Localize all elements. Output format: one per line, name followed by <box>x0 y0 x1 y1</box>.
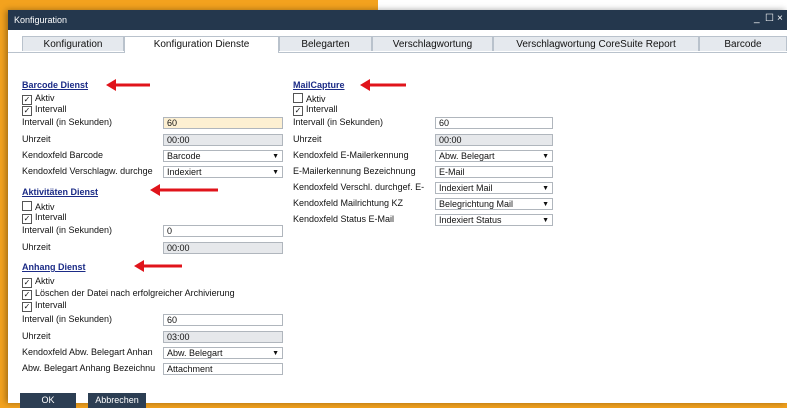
checkbox-checked-icon[interactable]: ✓ <box>22 106 32 116</box>
ok-button[interactable]: OK <box>20 393 76 408</box>
close-icon[interactable]: × <box>777 13 783 25</box>
dropdown-arrow-icon[interactable]: ▼ <box>272 348 279 358</box>
dropdown-arrow-icon[interactable]: ▼ <box>542 151 549 161</box>
mail-kendox-richtung-select[interactable]: Belegrichtung Mail ▼ <box>435 198 553 210</box>
mail-kendox-richtung-label: Kendoxfeld Mailrichtung KZ <box>293 198 404 208</box>
mail-uhrzeit-input[interactable]: 00:00 <box>435 134 553 146</box>
select-value: Abw. Belegart <box>167 348 223 358</box>
barcode-intervall-label: Intervall <box>35 104 67 114</box>
aktivitaeten-uhrzeit-label: Uhrzeit <box>22 242 51 252</box>
tab-barcode[interactable]: Barcode <box>699 36 787 51</box>
barcode-intervall-sek-input[interactable]: 60 <box>163 117 283 129</box>
checkbox-checked-icon[interactable]: ✓ <box>22 278 32 288</box>
mail-kendox-status-select[interactable]: Indexiert Status ▼ <box>435 214 553 226</box>
barcode-uhrzeit-input[interactable]: 00:00 <box>163 134 283 146</box>
mail-intervall-sek-label: Intervall (in Sekunden) <box>293 117 384 127</box>
aktivitaeten-intervall-sek-label: Intervall (in Sekunden) <box>22 225 113 235</box>
anhang-uhrzeit-input[interactable]: 03:00 <box>163 331 283 343</box>
checkbox-checked-icon[interactable]: ✓ <box>22 290 32 300</box>
red-arrow-aktivitaeten <box>150 184 218 196</box>
mail-email-bez-label: E-Mailerkennung Bezeichnung <box>293 166 416 176</box>
barcode-kendox-versch-select[interactable]: Indexiert ▼ <box>163 166 283 178</box>
red-arrow-barcode <box>106 79 150 91</box>
aktivitaeten-intervall-sek-input[interactable]: 0 <box>163 225 283 237</box>
barcode-kendox-versch-label: Kendoxfeld Verschlagw. durchge <box>22 166 153 176</box>
select-value: Indexiert Status <box>439 215 502 225</box>
anhang-intervall-checkbox[interactable]: ✓ Intervall <box>22 300 67 312</box>
anhang-intervall-label: Intervall <box>35 300 67 310</box>
barcode-aktiv-label: Aktiv <box>35 93 55 103</box>
mail-aktiv-label: Aktiv <box>306 94 326 104</box>
anhang-abw-bez-label: Abw. Belegart Anhang Bezeichnu <box>22 363 156 373</box>
barcode-dienst-title: Barcode Dienst <box>22 80 89 90</box>
barcode-aktiv-checkbox[interactable]: ✓ Aktiv <box>22 93 55 105</box>
cancel-button[interactable]: Abbrechen <box>88 393 146 408</box>
select-value: Abw. Belegart <box>439 151 495 161</box>
checkbox-checked-icon[interactable]: ✓ <box>22 214 32 224</box>
anhang-kendox-abw-select[interactable]: Abw. Belegart ▼ <box>163 347 283 359</box>
minimize-icon[interactable]: _ <box>754 13 760 25</box>
aktivitaeten-aktiv-label: Aktiv <box>35 202 55 212</box>
aktivitaeten-intervall-checkbox[interactable]: ✓ Intervall <box>22 212 67 224</box>
background-strip <box>378 0 787 10</box>
mail-kendox-status-label: Kendoxfeld Status E-Mail <box>293 214 395 224</box>
anhang-loeschen-label: Löschen der Datei nach erfolgreicher Arc… <box>35 288 235 298</box>
mail-kendox-email-select[interactable]: Abw. Belegart ▼ <box>435 150 553 162</box>
anhang-intervall-sek-label: Intervall (in Sekunden) <box>22 314 113 324</box>
tab-verschlagwortung-coresuite-report[interactable]: Verschlagwortung CoreSuite Report <box>493 36 699 51</box>
select-value: Barcode <box>167 151 201 161</box>
barcode-kendox-barcode-label: Kendoxfeld Barcode <box>22 150 104 160</box>
red-arrow-anhang <box>134 260 182 272</box>
checkbox-empty-icon[interactable] <box>22 201 32 211</box>
tab-content: Barcode Dienst ✓ Aktiv ✓ Intervall Interva… <box>8 52 787 408</box>
select-value: Belegrichtung Mail <box>439 199 514 209</box>
aktivitaeten-dienst-title: Aktivitäten Dienst <box>22 187 99 197</box>
barcode-intervall-checkbox[interactable]: ✓ Intervall <box>22 104 67 116</box>
select-value: Indexiert Mail <box>439 183 493 193</box>
dropdown-arrow-icon[interactable]: ▼ <box>542 215 549 225</box>
mailcapture-title: MailCapture <box>293 80 345 90</box>
anhang-intervall-sek-input[interactable]: 60 <box>163 314 283 326</box>
mail-uhrzeit-label: Uhrzeit <box>293 134 322 144</box>
config-window: Konfiguration _ ☐ × Konfiguration Konfig… <box>8 10 787 408</box>
barcode-kendox-barcode-select[interactable]: Barcode ▼ <box>163 150 283 162</box>
tab-verschlagwortung[interactable]: Verschlagwortung <box>372 36 493 51</box>
anhang-uhrzeit-label: Uhrzeit <box>22 331 51 341</box>
barcode-intervall-sek-label: Intervall (in Sekunden) <box>22 117 113 127</box>
anhang-abw-bez-input[interactable]: Attachment <box>163 363 283 375</box>
mail-kendox-email-label: Kendoxfeld E-Mailerkennung <box>293 150 409 160</box>
tab-konfiguration[interactable]: Konfiguration <box>22 36 124 51</box>
mail-kendox-versch-label: Kendoxfeld Verschl. durchgef. E- <box>293 182 425 192</box>
tab-konfiguration-dienste[interactable]: Konfiguration Dienste <box>124 36 279 53</box>
anhang-aktiv-label: Aktiv <box>35 276 55 286</box>
tab-belegarten[interactable]: Belegarten <box>279 36 372 51</box>
dropdown-arrow-icon[interactable]: ▼ <box>542 199 549 209</box>
anhang-dienst-title: Anhang Dienst <box>22 262 86 272</box>
checkbox-checked-icon[interactable]: ✓ <box>293 106 303 116</box>
checkbox-checked-icon[interactable]: ✓ <box>22 302 32 312</box>
mail-kendox-versch-select[interactable]: Indexiert Mail ▼ <box>435 182 553 194</box>
tab-bar: Konfiguration Konfiguration Dienste Bele… <box>8 36 787 53</box>
title-bar: Konfiguration _ ☐ × <box>8 10 787 30</box>
anhang-aktiv-checkbox[interactable]: ✓ Aktiv <box>22 276 55 288</box>
anhang-kendox-abw-label: Kendoxfeld Abw. Belegart Anhan <box>22 347 153 357</box>
dropdown-arrow-icon[interactable]: ▼ <box>272 151 279 161</box>
window-title: Konfiguration <box>14 15 68 25</box>
dropdown-arrow-icon[interactable]: ▼ <box>542 183 549 193</box>
maximize-icon[interactable]: ☐ <box>765 13 774 25</box>
barcode-uhrzeit-label: Uhrzeit <box>22 134 51 144</box>
mail-intervall-sek-input[interactable]: 60 <box>435 117 553 129</box>
anhang-loeschen-checkbox[interactable]: ✓ Löschen der Datei nach erfolgreicher Ar… <box>22 288 235 300</box>
mail-aktiv-checkbox[interactable]: Aktiv <box>293 93 326 104</box>
dropdown-arrow-icon[interactable]: ▼ <box>272 167 279 177</box>
mail-email-bez-input[interactable]: E-Mail <box>435 166 553 178</box>
aktivitaeten-intervall-label: Intervall <box>35 212 67 222</box>
red-arrow-mailcapture <box>360 79 406 91</box>
aktivitaeten-uhrzeit-input[interactable]: 00:00 <box>163 242 283 254</box>
aktivitaeten-aktiv-checkbox[interactable]: Aktiv <box>22 201 55 212</box>
select-value: Indexiert <box>167 167 202 177</box>
checkbox-empty-icon[interactable] <box>293 93 303 103</box>
mail-intervall-checkbox[interactable]: ✓ Intervall <box>293 104 338 116</box>
mail-intervall-label: Intervall <box>306 104 338 114</box>
